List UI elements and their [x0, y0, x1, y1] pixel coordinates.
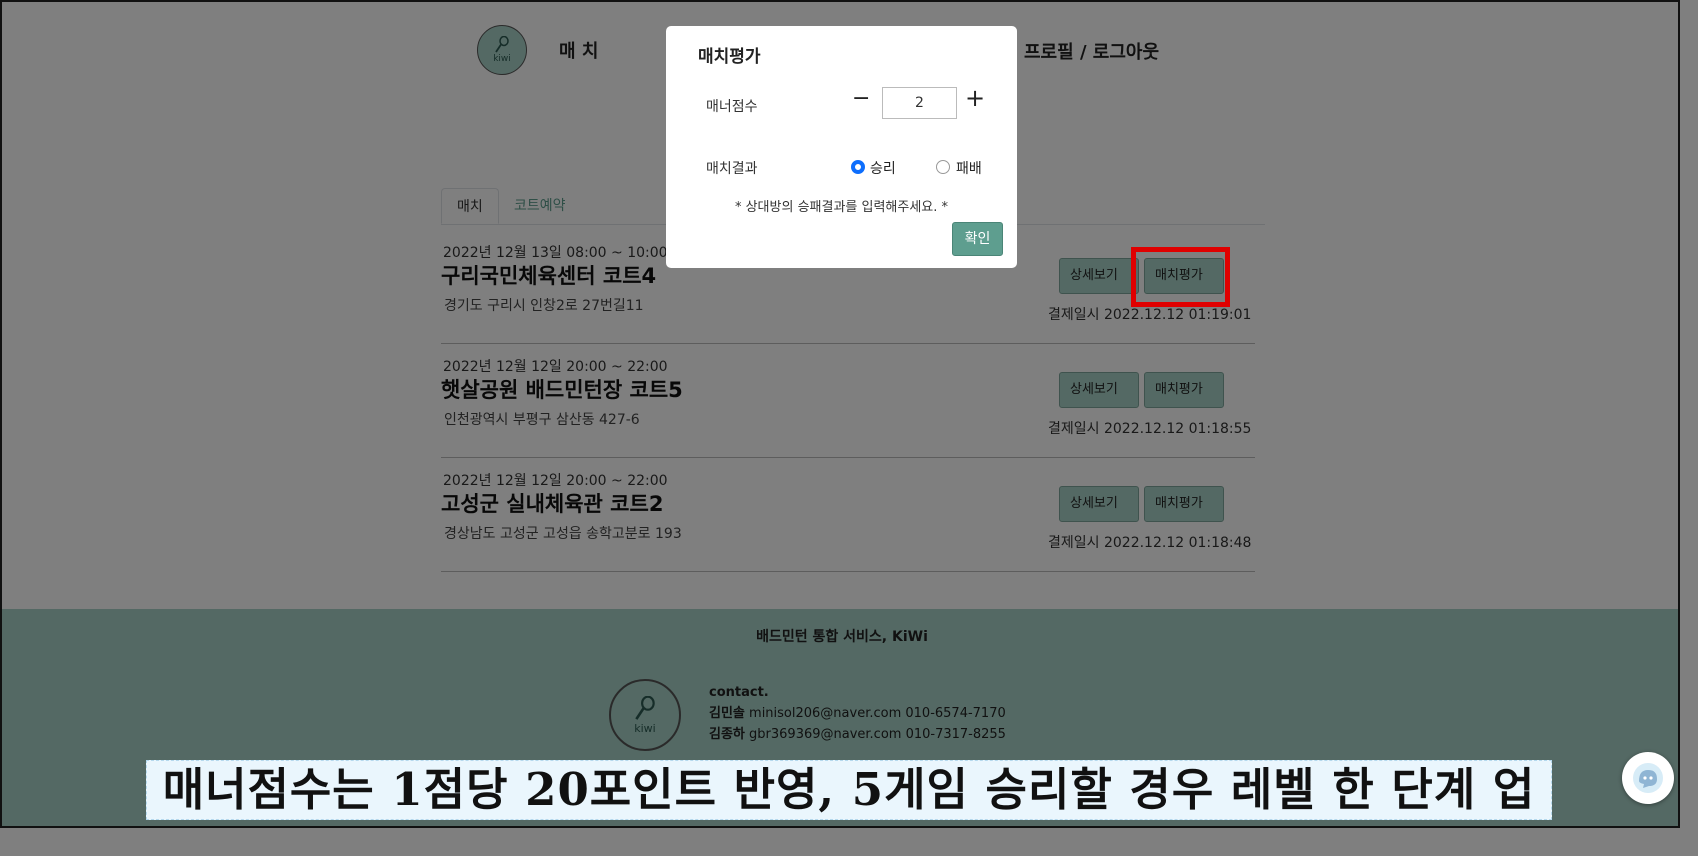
chatbot-button[interactable] [1622, 752, 1674, 804]
result-note: * 상대방의 승패결과를 입력해주세요. * [734, 200, 949, 215]
decrement-button[interactable]: − [852, 88, 870, 110]
lose-label[interactable]: 패배 [956, 158, 982, 178]
highlight-box [1131, 247, 1230, 307]
caption-subtitle: 매너점수는 1점당 20포인트 반영, 5게임 승리할 경우 레벨 한 단계 업 [146, 760, 1552, 820]
manner-score-label: 매너점수 [706, 99, 758, 115]
lose-radio[interactable] [936, 160, 950, 174]
confirm-button[interactable]: 확인 [952, 222, 1003, 256]
modal-title: 매치평가 [698, 47, 761, 67]
match-eval-modal: 매치평가 매너점수 − 2 + 매치결과 승리 패배 * 상대방의 승패결과를 … [666, 26, 1017, 268]
match-result-label: 매치결과 [706, 161, 758, 177]
increment-button[interactable]: + [965, 86, 985, 110]
win-label[interactable]: 승리 [870, 158, 896, 178]
chatbot-icon [1633, 763, 1663, 793]
win-radio[interactable] [851, 160, 865, 174]
manner-score-input[interactable]: 2 [882, 87, 957, 119]
